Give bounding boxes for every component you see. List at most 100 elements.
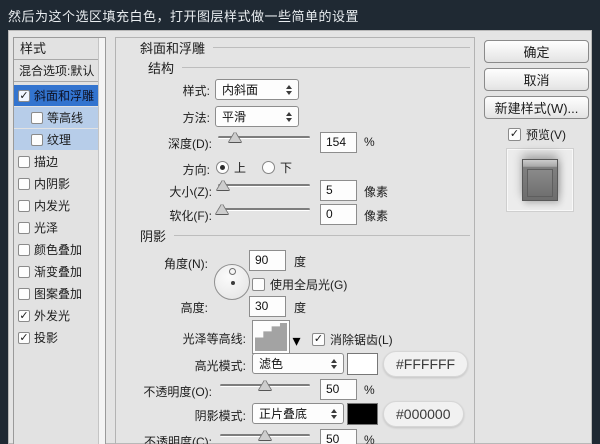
radio-selected-icon[interactable]: [216, 161, 229, 174]
direction-up-radio[interactable]: 上: [216, 159, 246, 176]
checkbox-icon[interactable]: [31, 112, 43, 124]
checkbox-icon[interactable]: [18, 200, 30, 212]
direction-up-label: 上: [234, 159, 246, 176]
gloss-contour-label: 光泽等高线:: [183, 330, 246, 347]
styles-list: 样式 混合选项:默认 ✓ 斜面和浮雕 等高线 纹理 描边 内阴影: [13, 37, 106, 444]
checkbox-icon[interactable]: [18, 266, 30, 278]
preview-label: 预览(V): [526, 126, 566, 143]
anti-alias-checkbox[interactable]: ✓ 消除锯齿(L): [312, 331, 393, 348]
checkbox-icon[interactable]: [18, 222, 30, 234]
style-item-bevel-emboss[interactable]: ✓ 斜面和浮雕: [14, 85, 99, 106]
slider-thumb-icon[interactable]: [259, 430, 271, 440]
cancel-button[interactable]: 取消: [484, 68, 589, 91]
checkbox-checked-icon[interactable]: ✓: [508, 128, 521, 141]
depth-slider[interactable]: [218, 131, 310, 143]
slider-thumb-icon[interactable]: [259, 380, 271, 390]
checkbox-icon[interactable]: [31, 134, 43, 146]
preview-cube-image: [522, 159, 558, 201]
slider-thumb-icon[interactable]: [229, 132, 241, 142]
style-label: 样式:: [183, 82, 210, 99]
style-item-texture[interactable]: 纹理: [14, 129, 99, 150]
angle-label: 角度(N):: [164, 255, 208, 272]
caption-bar: 然后为这个选区填充白色，打开图层样式做一些简单的设置: [0, 0, 600, 28]
blending-options-item[interactable]: 混合选项:默认: [14, 61, 99, 82]
style-item-label: 内发光: [34, 197, 70, 214]
style-item-inner-shadow[interactable]: 内阴影: [14, 173, 99, 194]
dropdown-arrows-icon: [286, 112, 292, 122]
contour-curve-icon: [255, 323, 287, 351]
style-item-inner-glow[interactable]: 内发光: [14, 195, 99, 216]
style-item-stroke[interactable]: 描边: [14, 151, 99, 172]
style-item-contour[interactable]: 等高线: [14, 107, 99, 128]
angle-dial[interactable]: [214, 264, 250, 300]
checkbox-checked-icon[interactable]: ✓: [18, 310, 30, 322]
style-item-color-overlay[interactable]: 颜色叠加: [14, 239, 99, 260]
global-light-checkbox[interactable]: 使用全局光(G): [252, 276, 347, 293]
ok-button[interactable]: 确定: [484, 40, 589, 63]
highlight-opacity-unit: %: [364, 383, 375, 397]
slider-thumb-icon[interactable]: [217, 180, 229, 190]
soften-unit: 像素: [364, 207, 388, 224]
soften-label: 软化(F):: [169, 207, 212, 224]
layer-style-dialog: 样式 混合选项:默认 ✓ 斜面和浮雕 等高线 纹理 描边 内阴影: [8, 30, 592, 444]
direction-down-radio[interactable]: 下: [262, 159, 292, 176]
checkbox-checked-icon[interactable]: ✓: [312, 333, 325, 346]
radio-icon[interactable]: [262, 161, 275, 174]
size-input[interactable]: 5: [320, 180, 357, 201]
direction-label: 方向:: [183, 161, 210, 178]
highlight-opacity-input[interactable]: 50: [320, 379, 357, 400]
new-style-button[interactable]: 新建样式(W)...: [484, 96, 589, 119]
styles-scrollbar[interactable]: [98, 38, 105, 444]
highlight-mode-dropdown[interactable]: 滤色: [252, 353, 344, 374]
style-dropdown[interactable]: 内斜面: [215, 79, 299, 100]
style-item-label: 斜面和浮雕: [34, 87, 94, 104]
highlight-color-swatch[interactable]: [347, 353, 378, 375]
style-item-label: 图案叠加: [34, 285, 82, 302]
style-item-drop-shadow[interactable]: ✓ 投影: [14, 327, 99, 348]
dropdown-arrows-icon: [286, 85, 292, 95]
style-item-satin[interactable]: 光泽: [14, 217, 99, 238]
shadow-opacity-slider[interactable]: [220, 429, 310, 441]
bevel-emboss-panel: 斜面和浮雕 结构 样式: 内斜面 方法: 平滑 深度(D):: [115, 37, 475, 444]
depth-unit: %: [364, 135, 375, 149]
soften-slider[interactable]: [218, 203, 310, 215]
depth-input[interactable]: 154: [320, 132, 357, 153]
shadow-mode-value: 正片叠底: [259, 405, 331, 422]
style-item-gradient-overlay[interactable]: 渐变叠加: [14, 261, 99, 282]
style-item-pattern-overlay[interactable]: 图案叠加: [14, 283, 99, 304]
shadow-opacity-input[interactable]: 50: [320, 429, 357, 444]
preview-checkbox[interactable]: ✓ 预览(V): [508, 126, 566, 143]
slider-track[interactable]: [218, 208, 310, 211]
angle-marker-icon[interactable]: [229, 268, 236, 275]
shadow-mode-dropdown[interactable]: 正片叠底: [252, 403, 344, 424]
style-dropdown-value: 内斜面: [222, 81, 286, 98]
shadow-mode-label: 阴影模式:: [195, 407, 246, 424]
slider-thumb-icon[interactable]: [216, 204, 228, 214]
checkbox-icon[interactable]: [252, 278, 265, 291]
style-preview-thumbnail: [506, 148, 574, 212]
size-unit: 像素: [364, 183, 388, 200]
checkbox-icon[interactable]: [18, 288, 30, 300]
checkbox-icon[interactable]: [18, 156, 30, 168]
altitude-input[interactable]: 30: [249, 296, 286, 317]
technique-dropdown[interactable]: 平滑: [215, 106, 299, 127]
slider-track[interactable]: [218, 184, 310, 187]
shadow-color-swatch[interactable]: [347, 403, 378, 425]
style-item-outer-glow[interactable]: ✓ 外发光: [14, 305, 99, 326]
panel-title-text: 斜面和浮雕: [140, 38, 205, 57]
checkbox-icon[interactable]: [18, 244, 30, 256]
size-slider[interactable]: [218, 179, 310, 191]
soften-input[interactable]: 0: [320, 204, 357, 225]
divider: [182, 67, 470, 68]
checkbox-icon[interactable]: [18, 178, 30, 190]
angle-input[interactable]: 90: [249, 250, 286, 271]
caption-text: 然后为这个选区填充白色，打开图层样式做一些简单的设置: [8, 6, 359, 25]
gloss-contour-thumbnail[interactable]: [252, 320, 290, 354]
checkbox-checked-icon[interactable]: ✓: [18, 90, 30, 102]
highlight-opacity-slider[interactable]: [220, 379, 310, 391]
contour-dropdown-arrow-icon[interactable]: ▾: [291, 320, 302, 354]
shadow-opacity-unit: %: [364, 433, 375, 444]
shadow-opacity-label: 不透明度(C):: [144, 433, 212, 444]
checkbox-checked-icon[interactable]: ✓: [18, 332, 30, 344]
dropdown-arrows-icon: [331, 409, 337, 419]
